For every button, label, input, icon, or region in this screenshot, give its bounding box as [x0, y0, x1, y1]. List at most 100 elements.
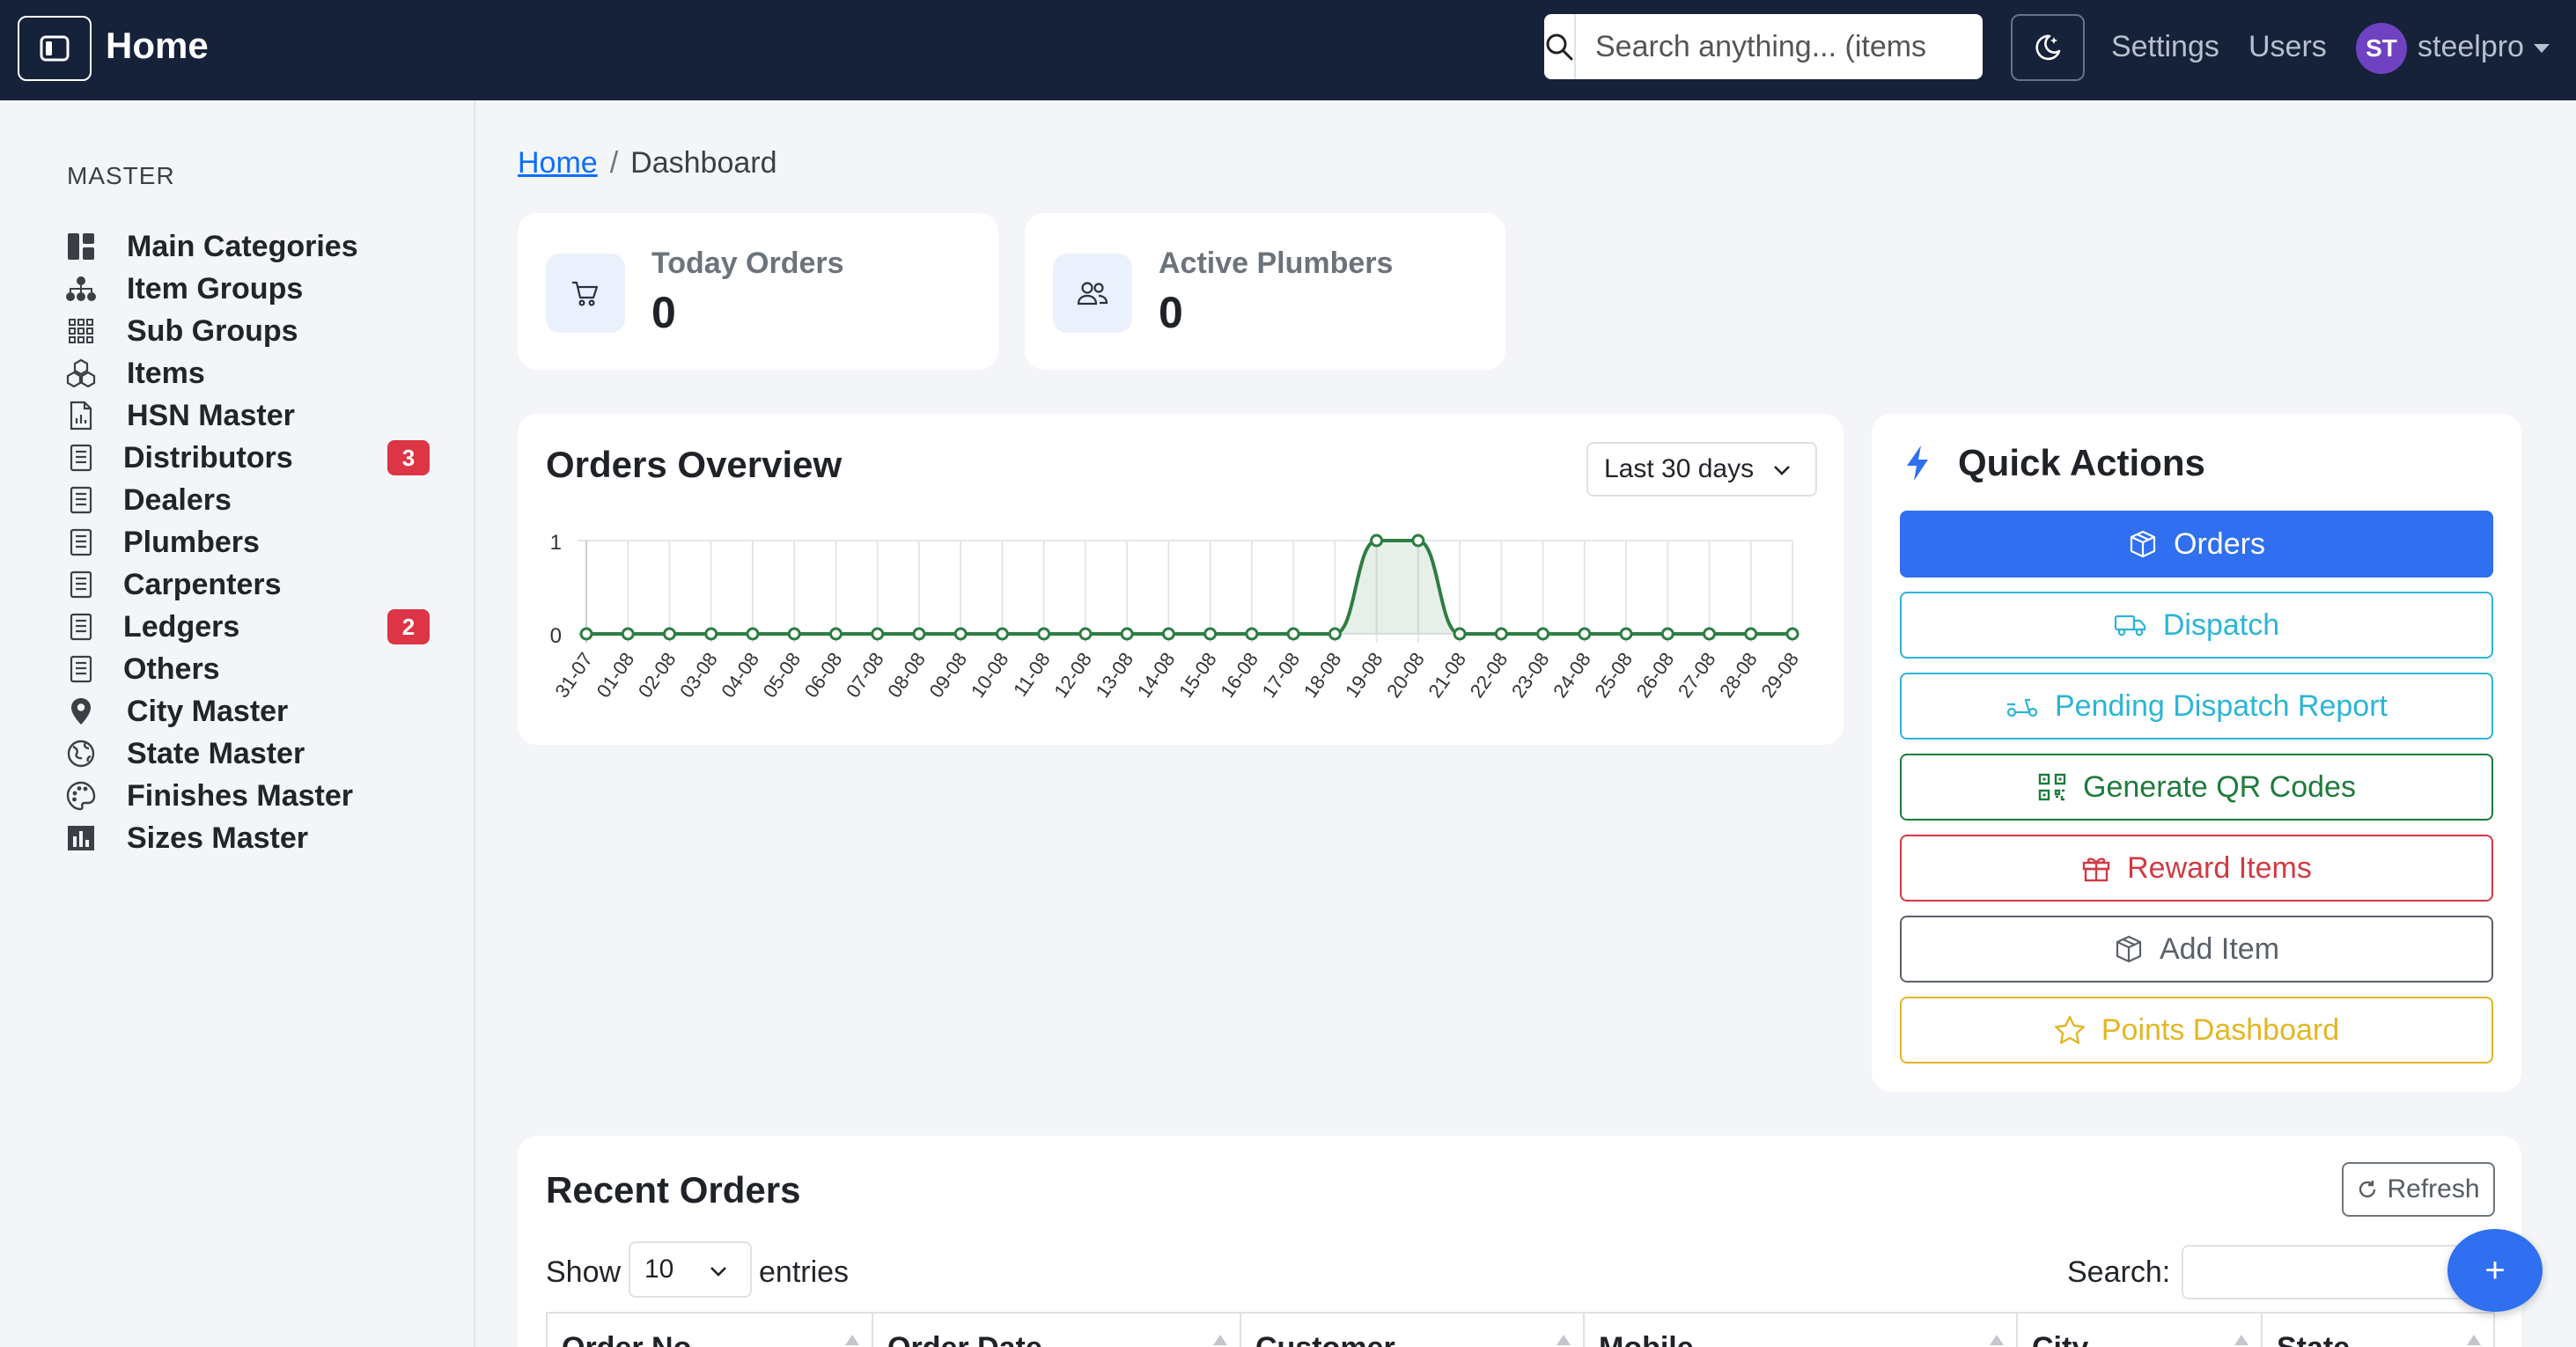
stat-label: Active Plumbers [1159, 247, 1394, 280]
data-point [787, 627, 801, 641]
x-tick-label: 09-08 [925, 649, 972, 702]
entries-label: entries [759, 1255, 850, 1289]
sort-icon [2467, 1335, 2481, 1345]
sidebar-toggle-icon [40, 35, 70, 62]
quick-action-dispatch-button[interactable]: Dispatch [1900, 592, 2493, 659]
sort-icon [1557, 1335, 1571, 1345]
quick-action-add-item-button[interactable]: Add Item [1900, 916, 2493, 983]
breadcrumb-separator: / [609, 146, 619, 180]
refresh-button[interactable]: Refresh [2342, 1162, 2495, 1217]
chevron-down-icon [710, 1267, 726, 1277]
gift-icon [2081, 853, 2111, 883]
quick-actions-card: Quick Actions Orders Dispatch Pending Disp… [1872, 414, 2521, 1092]
truck-icon [2114, 612, 2147, 638]
stat-card-today-orders: Today Orders 0 [518, 213, 998, 370]
x-tick-label: 23-08 [1507, 649, 1554, 702]
x-tick-label: 13-08 [1091, 649, 1137, 702]
column-header-city[interactable]: City [2018, 1314, 2263, 1347]
recent-orders-card: Recent Orders Refresh Show 10 entries Se… [518, 1136, 2521, 1347]
series-line [585, 539, 1792, 636]
column-header-order-date[interactable]: Order Date [873, 1314, 1241, 1347]
x-tick-label: 02-08 [634, 649, 681, 702]
refresh-label: Refresh [2387, 1174, 2480, 1203]
chevron-down-icon[interactable] [2534, 44, 2550, 53]
sort-icon [845, 1335, 859, 1345]
x-tick-label: 28-08 [1715, 649, 1762, 702]
theme-toggle-button[interactable] [2011, 14, 2085, 81]
app-title[interactable]: Home [106, 25, 209, 67]
data-point [1494, 627, 1508, 641]
data-point [871, 627, 885, 641]
column-header-customer[interactable]: Customer [1241, 1314, 1585, 1347]
sort-icon [1990, 1335, 2004, 1345]
stat-card-active-plumbers: Active Plumbers 0 [1025, 213, 1505, 370]
quick-action-orders-button[interactable]: Orders [1900, 511, 2493, 578]
entries-select-value: 10 [644, 1255, 674, 1284]
box-icon [2114, 934, 2144, 964]
cart-icon [546, 254, 625, 333]
y-tick-label: 1 [550, 531, 562, 555]
data-point [1328, 627, 1342, 641]
sidebar-item-sizes-master[interactable]: Sizes Master [0, 803, 474, 873]
data-point [1161, 627, 1175, 641]
quick-action-generate-qr-codes-button[interactable]: Generate QR Codes [1900, 754, 2493, 821]
top-navbar: Home Settings Users ST steelpro [0, 0, 2576, 100]
x-tick-label: 08-08 [883, 649, 930, 702]
sort-icon [1213, 1335, 1227, 1345]
data-point [1578, 627, 1592, 641]
x-tick-label: 15-08 [1174, 649, 1221, 702]
user-avatar[interactable]: ST [2356, 23, 2407, 74]
data-point [1660, 627, 1674, 641]
chart-icon [63, 821, 99, 856]
data-point [1286, 627, 1300, 641]
data-point [912, 627, 926, 641]
series-area [586, 541, 1792, 634]
column-header-state[interactable]: State [2263, 1314, 2493, 1347]
data-point [579, 627, 593, 641]
breadcrumb: Home / Dashboard [518, 146, 777, 180]
quick-action-label: Orders [2174, 526, 2265, 561]
x-tick-label: 24-08 [1549, 649, 1595, 702]
quick-action-pending-dispatch-report-button[interactable]: Pending Dispatch Report [1900, 673, 2493, 740]
x-tick-label: 04-08 [717, 649, 763, 702]
breadcrumb-home-link[interactable]: Home [518, 146, 598, 180]
data-point [1370, 534, 1384, 548]
quick-action-label: Dispatch [2162, 607, 2280, 642]
recent-orders-title: Recent Orders [546, 1169, 801, 1211]
user-menu[interactable]: steelpro [2418, 30, 2524, 64]
sidebar-item-label: Sizes Master [127, 821, 308, 855]
x-tick-label: 19-08 [1341, 649, 1387, 702]
add-fab-button[interactable]: + [2447, 1229, 2543, 1312]
data-point [1411, 534, 1425, 548]
data-point [1619, 627, 1633, 641]
x-tick-label: 17-08 [1257, 649, 1304, 702]
quick-action-reward-items-button[interactable]: Reward Items [1900, 835, 2493, 902]
quick-action-points-dashboard-button[interactable]: Points Dashboard [1900, 997, 2493, 1064]
y-tick-label: 0 [550, 624, 562, 648]
data-point [662, 627, 676, 641]
data-point [746, 627, 760, 641]
table-search-input[interactable] [2182, 1245, 2484, 1299]
x-tick-label: 31-07 [550, 649, 597, 702]
users-link[interactable]: Users [2248, 30, 2327, 64]
sidebar-heading: MASTER [67, 162, 175, 189]
orders-chart: 0 1 31-0701-0802-0803-0804-0805-0806-0807-… [550, 531, 1803, 702]
quick-action-label: Pending Dispatch Report [2054, 688, 2388, 723]
sidebar-toggle-button[interactable] [18, 16, 92, 81]
quick-actions-title: Quick Actions [1958, 442, 2205, 483]
settings-link[interactable]: Settings [2111, 30, 2219, 64]
search-button[interactable] [1544, 14, 1576, 79]
column-header-order-no[interactable]: Order No [548, 1314, 873, 1347]
column-header-mobile[interactable]: Mobile [1585, 1314, 2018, 1347]
data-point [1245, 627, 1259, 641]
search-input[interactable] [1576, 14, 1983, 79]
data-point [995, 627, 1009, 641]
qr-code-icon [2037, 772, 2067, 802]
data-point [828, 627, 843, 641]
scooter-icon [2006, 694, 2039, 718]
entries-select[interactable]: 10 [629, 1241, 752, 1298]
x-tick-label: 01-08 [592, 649, 639, 702]
sort-icon [2234, 1335, 2248, 1345]
table-search-label: Search: [2067, 1255, 2171, 1289]
sidebar: MASTER Main Categories Item Groups Sub G… [0, 100, 475, 1347]
